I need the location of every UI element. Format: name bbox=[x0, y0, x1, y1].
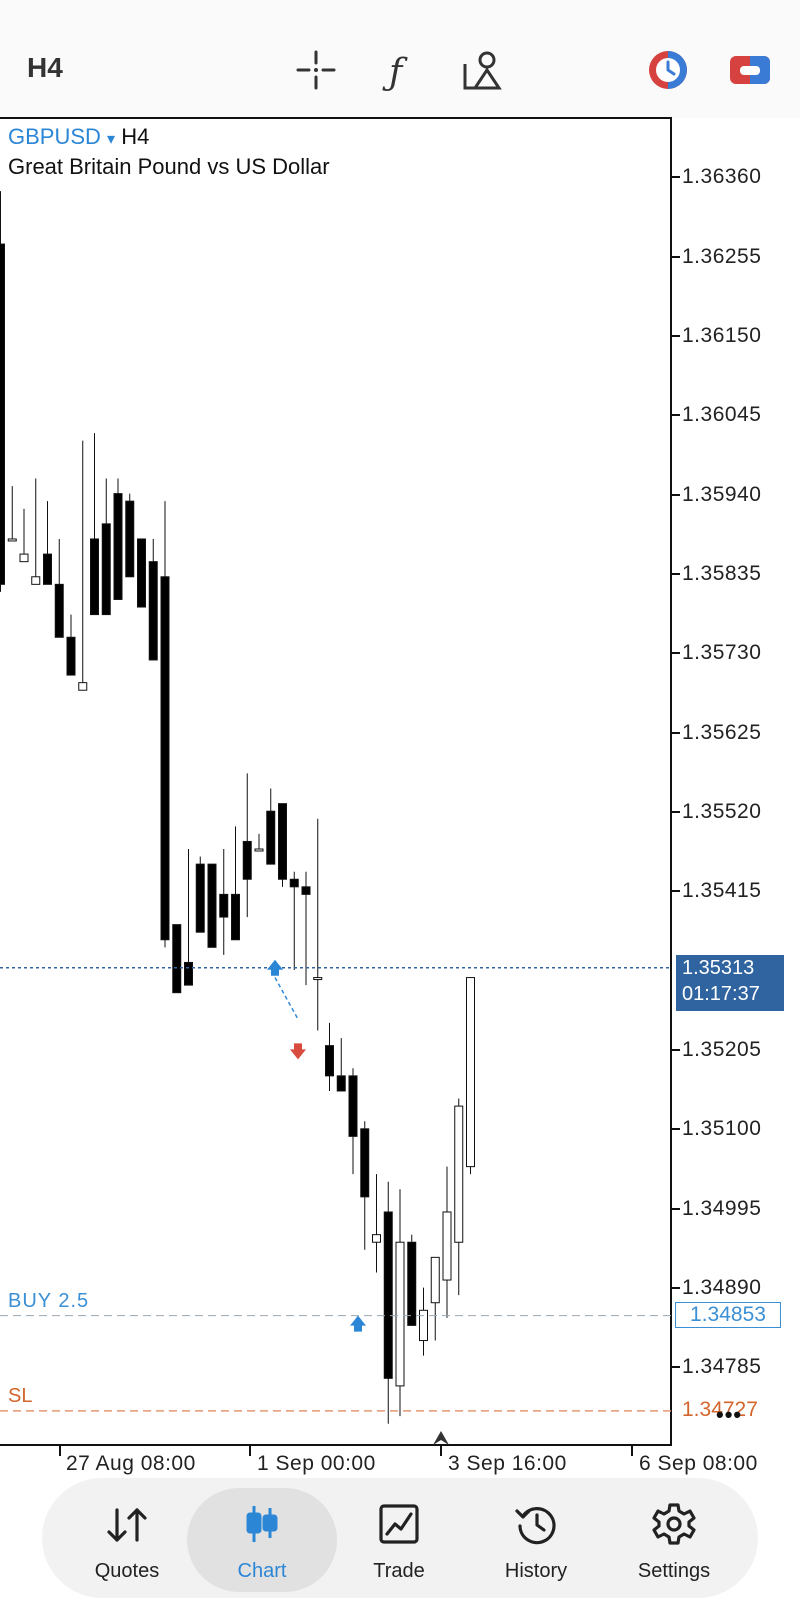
candle-body bbox=[442, 1211, 452, 1281]
candle-body bbox=[19, 553, 29, 563]
stop-loss-label[interactable]: SL bbox=[8, 1385, 32, 1408]
price-label: 1.35100 bbox=[682, 1117, 762, 1140]
nav-label: History bbox=[504, 1560, 568, 1582]
price-label: 1.35835 bbox=[682, 562, 762, 585]
candle-body bbox=[360, 1128, 370, 1198]
candle-body bbox=[54, 583, 64, 638]
nav-quotes[interactable]: Quotes bbox=[59, 1488, 195, 1592]
price-label: 1.35415 bbox=[682, 879, 762, 902]
history-icon bbox=[515, 1507, 556, 1545]
more-options-icon[interactable]: ••• bbox=[716, 1402, 742, 1428]
price-label: 1.36360 bbox=[682, 165, 762, 188]
candle-body bbox=[31, 576, 41, 585]
candle-body bbox=[101, 523, 111, 616]
clock-icon[interactable] bbox=[644, 46, 692, 94]
chart-toolbar: H4 ƒ bbox=[0, 0, 800, 118]
time-label: 6 Sep 08:00 bbox=[639, 1452, 758, 1475]
candle-body bbox=[219, 893, 229, 918]
nav-label: Quotes bbox=[94, 1560, 160, 1582]
nav-label: Trade bbox=[373, 1560, 425, 1582]
time-label: 1 Sep 00:00 bbox=[257, 1452, 376, 1475]
nav-label: Chart bbox=[237, 1560, 287, 1582]
time-label: 3 Sep 16:00 bbox=[448, 1452, 567, 1475]
candle-body bbox=[254, 848, 264, 852]
price-label: 1.34785 bbox=[682, 1355, 762, 1378]
nav-settings[interactable]: Settings bbox=[606, 1488, 742, 1592]
buy-arrow-icon bbox=[350, 1315, 366, 1332]
price-label: 1.35625 bbox=[682, 721, 762, 744]
candle-body bbox=[43, 553, 52, 585]
nav-label: Settings bbox=[637, 1560, 711, 1582]
sell-arrow-icon bbox=[290, 1043, 306, 1060]
candle-body bbox=[90, 538, 99, 616]
nav-chart[interactable]: Chart bbox=[187, 1488, 337, 1592]
objects-icon[interactable] bbox=[458, 46, 506, 94]
candle-body bbox=[207, 863, 217, 948]
candle-body bbox=[195, 863, 205, 933]
candle-body bbox=[325, 1045, 334, 1077]
candle-body bbox=[419, 1309, 428, 1342]
candle-body bbox=[78, 682, 88, 691]
timeframe-button[interactable]: H4 bbox=[27, 52, 63, 84]
crosshair-icon[interactable] bbox=[292, 46, 340, 94]
chart-icon bbox=[246, 1506, 278, 1542]
current-price-badge: 1.35313 01:17:37 bbox=[676, 955, 784, 1011]
buy-price-badge: 1.34853 bbox=[675, 1302, 781, 1328]
candle-body bbox=[289, 878, 299, 888]
candle-body bbox=[184, 961, 193, 986]
price-label: 1.34995 bbox=[682, 1197, 762, 1220]
indicators-icon[interactable]: ƒ bbox=[374, 46, 422, 94]
bar-countdown: 01:17:37 bbox=[682, 983, 760, 1005]
price-label: 1.36255 bbox=[682, 245, 762, 268]
candle-body bbox=[407, 1241, 417, 1326]
settings-icon bbox=[652, 1503, 696, 1545]
candle-body bbox=[148, 561, 158, 661]
candle-body bbox=[160, 576, 170, 941]
candle-body bbox=[336, 1075, 346, 1092]
candle-body bbox=[383, 1211, 393, 1379]
candle-body bbox=[278, 803, 287, 880]
svg-text:ƒ: ƒ bbox=[382, 52, 408, 92]
candle-body bbox=[66, 636, 76, 676]
price-label: 1.35940 bbox=[682, 483, 762, 506]
candle-body bbox=[430, 1256, 440, 1304]
candle-body bbox=[231, 893, 240, 941]
candle-body bbox=[113, 493, 123, 600]
candle-body bbox=[7, 538, 17, 542]
shift-marker-icon[interactable] bbox=[432, 1430, 450, 1446]
candle-body bbox=[242, 840, 252, 880]
candle-body bbox=[266, 810, 276, 865]
price-label: 1.36045 bbox=[682, 403, 762, 426]
toggle-icon[interactable] bbox=[726, 46, 774, 94]
nav-history[interactable]: History bbox=[468, 1488, 604, 1592]
candle-body bbox=[466, 977, 475, 1168]
candle-body bbox=[313, 977, 323, 981]
candle-body bbox=[125, 500, 135, 578]
buy-position-label[interactable]: BUY 2.5 bbox=[8, 1290, 89, 1313]
nav-trade[interactable]: Trade bbox=[331, 1488, 467, 1592]
trade-icon bbox=[379, 1504, 419, 1544]
candle-body bbox=[372, 1234, 381, 1243]
candle-body bbox=[395, 1241, 405, 1387]
candle-body bbox=[454, 1105, 464, 1243]
candle-body bbox=[0, 243, 5, 585]
current-price: 1.35313 bbox=[682, 957, 755, 979]
candle-body bbox=[137, 538, 146, 608]
quotes-icon bbox=[107, 1508, 147, 1542]
price-label: 1.35520 bbox=[682, 800, 762, 823]
price-label: 1.35205 bbox=[682, 1038, 762, 1061]
buy-arrow-icon bbox=[267, 959, 283, 976]
price-label: 1.36150 bbox=[682, 324, 762, 347]
trade-link-line bbox=[274, 977, 299, 1020]
price-label: 1.35730 bbox=[682, 641, 762, 664]
candle-body bbox=[301, 886, 311, 895]
candle-body bbox=[348, 1075, 358, 1137]
time-label: 27 Aug 08:00 bbox=[66, 1452, 196, 1475]
price-label: 1.34890 bbox=[682, 1276, 762, 1299]
candle-body bbox=[172, 924, 182, 994]
candlestick-chart[interactable] bbox=[0, 117, 672, 1446]
